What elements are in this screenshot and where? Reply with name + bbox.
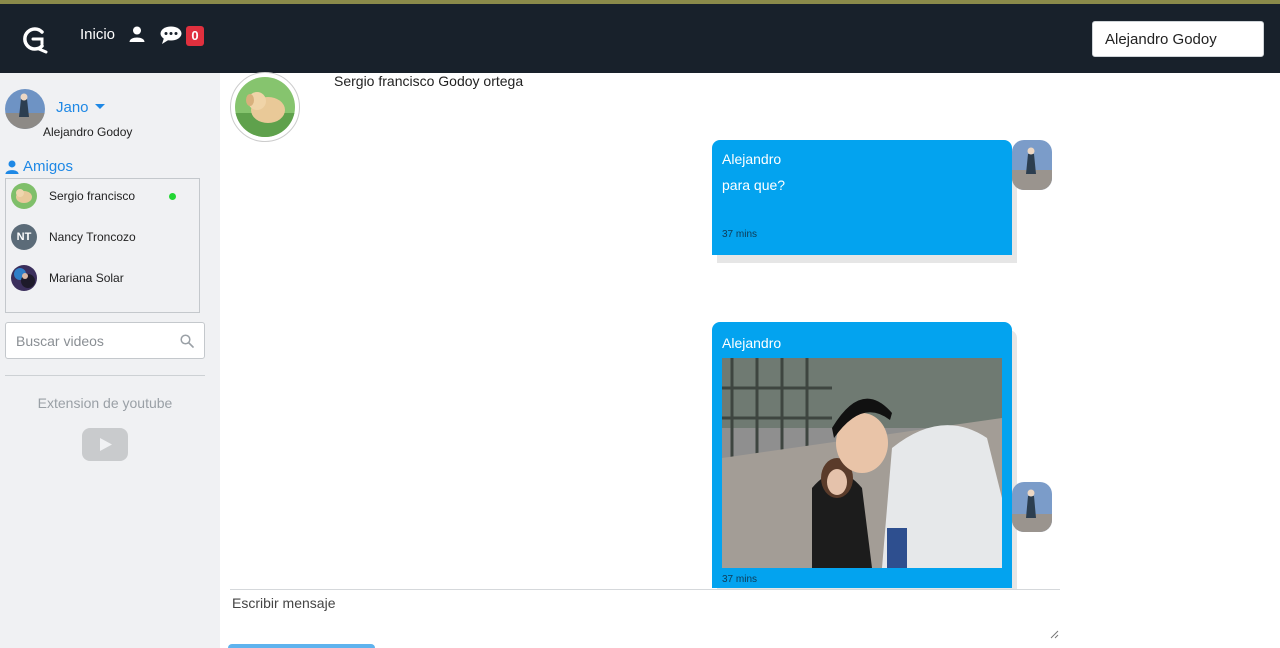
navbar: Inicio 0	[0, 4, 1280, 73]
friend-name: Mariana Solar	[49, 271, 124, 285]
friend-name: Nancy Troncozo	[49, 230, 136, 244]
resize-handle-icon[interactable]	[1050, 630, 1059, 639]
message-time: 37 mins	[722, 574, 758, 585]
send-button[interactable]	[228, 644, 375, 648]
friend-item-nancy[interactable]: NT Nancy Troncozo	[11, 222, 191, 252]
message-input[interactable]	[230, 590, 1060, 640]
video-search-box	[5, 322, 205, 359]
notification-badge[interactable]: 0	[186, 26, 204, 46]
sidebar: Jano Alejandro Godoy Amigos Sergio franc…	[0, 73, 220, 648]
user-icon[interactable]	[129, 26, 145, 42]
my-avatar[interactable]	[5, 89, 45, 129]
contact-avatar[interactable]	[230, 72, 300, 142]
my-nickname-dropdown[interactable]: Jano	[56, 99, 89, 116]
message-bubble: Alejandro para que? 37 mins	[712, 140, 1012, 255]
user-icon	[5, 159, 19, 174]
chat-icon[interactable]	[160, 26, 182, 44]
friend-initials-avatar: NT	[11, 224, 37, 250]
search-icon[interactable]	[180, 334, 194, 348]
youtube-extension-label: Extension de youtube	[37, 395, 173, 411]
friend-avatar	[11, 265, 37, 291]
logo-icon[interactable]	[20, 24, 50, 54]
sender-avatar	[1012, 140, 1052, 190]
friend-item-sergio[interactable]: Sergio francisco	[11, 181, 191, 211]
sidebar-divider	[5, 375, 205, 376]
friends-title: Amigos	[23, 158, 74, 175]
my-full-name: Alejandro Godoy	[43, 125, 133, 139]
caret-down-icon[interactable]	[95, 104, 105, 109]
friend-name: Sergio francisco	[49, 189, 136, 203]
message-sender: Alejandro	[722, 151, 782, 167]
message-sender: Alejandro	[722, 335, 782, 351]
message-bubble-photo: Alejandro 37 mins	[712, 322, 1012, 588]
video-search-input[interactable]	[6, 323, 166, 358]
user-search-input[interactable]	[1092, 21, 1264, 57]
nav-home-link[interactable]: Inicio	[80, 26, 115, 43]
youtube-play-icon[interactable]	[82, 428, 128, 461]
contact-name: Sergio francisco Godoy ortega	[334, 73, 524, 89]
message-photo[interactable]	[722, 358, 1002, 568]
friend-item-mariana[interactable]: Mariana Solar	[11, 263, 191, 293]
online-status-dot	[169, 193, 176, 200]
friends-list: Sergio francisco NT Nancy Troncozo Maria…	[5, 178, 200, 313]
message-text: para que?	[722, 177, 786, 193]
sender-avatar	[1012, 482, 1052, 532]
friend-avatar	[11, 183, 37, 209]
message-time: 37 mins	[722, 229, 758, 240]
friends-header[interactable]: Amigos	[5, 158, 73, 175]
